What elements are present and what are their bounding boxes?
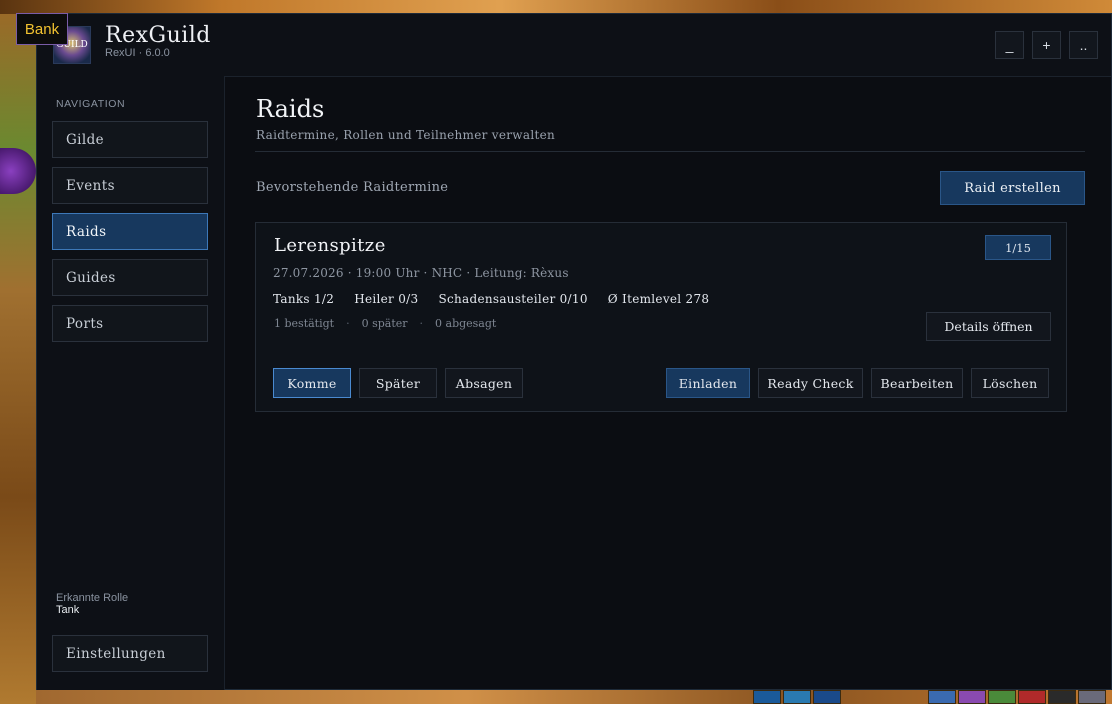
itemlevel-stat: Ø Itemlevel 278 [607, 292, 710, 306]
raid-stats: Tanks 1/2 Heiler 0/3 Schadensausteiler 0… [273, 292, 709, 306]
sidebar-item-guides[interactable]: Guides [52, 259, 208, 296]
minimize-button[interactable]: _ [995, 31, 1024, 59]
later-count: 0 später [361, 317, 408, 330]
action-slot[interactable] [988, 690, 1016, 704]
section-label: Bevorstehende Raidtermine [256, 180, 449, 195]
detected-role-label: Erkannte Rolle [56, 592, 129, 604]
declined-count: 0 abgesagt [435, 317, 497, 330]
decline-button[interactable]: Absagen [445, 368, 523, 398]
dps-stat: Schadensausteiler 0/10 [438, 292, 588, 306]
action-slot[interactable] [928, 690, 956, 704]
ready-check-button[interactable]: Ready Check [758, 368, 863, 398]
edit-button[interactable]: Bearbeiten [871, 368, 963, 398]
action-bar-left [753, 690, 841, 704]
action-slot[interactable] [753, 690, 781, 704]
titlebar[interactable]: GUILD RexGuild RexUI · 6.0.0 _ + .. [37, 14, 1111, 77]
action-slot[interactable] [783, 690, 811, 704]
sidebar: NAVIGATION Gilde Events Raids Guides Por… [37, 76, 225, 690]
game-world-left [0, 14, 36, 704]
action-slot[interactable] [1078, 690, 1106, 704]
delete-button[interactable]: Löschen [971, 368, 1049, 398]
open-details-button[interactable]: Details öffnen [926, 312, 1051, 341]
later-button[interactable]: Später [359, 368, 437, 398]
more-button[interactable]: .. [1069, 31, 1098, 59]
action-slot[interactable] [1048, 690, 1076, 704]
rexguild-window: GUILD RexGuild RexUI · 6.0.0 _ + .. NAVI… [36, 13, 1112, 690]
add-button[interactable]: + [1032, 31, 1061, 59]
app-version: RexUI · 6.0.0 [105, 47, 170, 59]
sidebar-item-raids[interactable]: Raids [52, 213, 208, 250]
detected-role-value: Tank [56, 604, 80, 616]
app-title: RexGuild [105, 23, 211, 48]
sidebar-item-ports[interactable]: Ports [52, 305, 208, 342]
main-content: Raids Raidtermine, Rollen und Teilnehmer… [225, 76, 1111, 690]
bank-tag[interactable]: Bank [16, 13, 68, 45]
raid-meta: 27.07.2026 · 19:00 Uhr · NHC · Leitung: … [273, 266, 569, 280]
page-subtitle: Raidtermine, Rollen und Teilnehmer verwa… [256, 128, 556, 142]
participant-count-badge: 1/15 [985, 235, 1051, 260]
action-slot[interactable] [813, 690, 841, 704]
game-world-top [0, 0, 1112, 14]
page-title: Raids [256, 95, 325, 123]
confirmed-count: 1 bestätigt [274, 317, 335, 330]
sidebar-item-gilde[interactable]: Gilde [52, 121, 208, 158]
raid-card: Lerenspitze 1/15 27.07.2026 · 19:00 Uhr … [255, 222, 1067, 412]
action-bar-right [928, 690, 1106, 704]
come-button[interactable]: Komme [273, 368, 351, 398]
rsvp-summary: 1 bestätigt · 0 später · 0 abgesagt [274, 317, 496, 330]
separator: · [346, 317, 350, 330]
tanks-stat: Tanks 1/2 [273, 292, 335, 306]
action-slot[interactable] [1018, 690, 1046, 704]
raid-name: Lerenspitze [274, 235, 386, 256]
settings-button[interactable]: Einstellungen [52, 635, 208, 672]
sidebar-item-events[interactable]: Events [52, 167, 208, 204]
create-raid-button[interactable]: Raid erstellen [940, 171, 1085, 205]
separator: · [419, 317, 424, 330]
divider [255, 151, 1085, 152]
action-slot[interactable] [958, 690, 986, 704]
invite-button[interactable]: Einladen [666, 368, 750, 398]
healers-stat: Heiler 0/3 [354, 292, 419, 306]
nav-heading: NAVIGATION [56, 98, 126, 110]
